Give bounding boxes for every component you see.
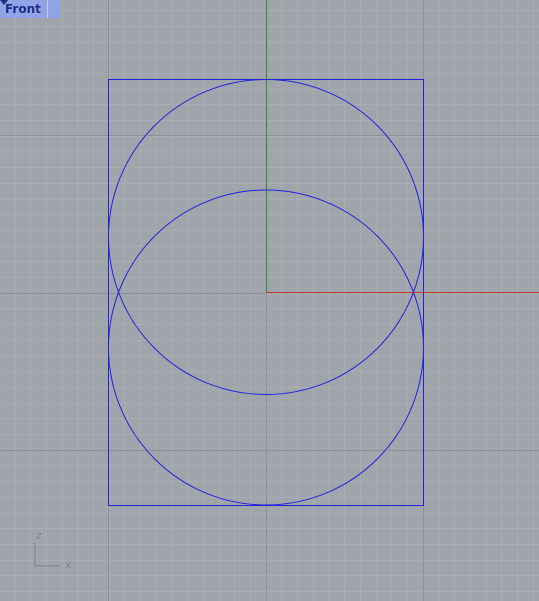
viewport-title-tab[interactable]: Front <box>0 0 60 18</box>
minor-grid <box>0 0 539 601</box>
front-viewport[interactable]: z x Front <box>0 0 539 601</box>
viewport-menu-button[interactable] <box>0 0 60 18</box>
axis-indicator-z-label: z <box>36 529 42 542</box>
axis-indicator-x-label: x <box>65 558 72 571</box>
chevron-down-icon <box>0 0 8 5</box>
viewport-canvas[interactable]: z x <box>0 0 539 601</box>
